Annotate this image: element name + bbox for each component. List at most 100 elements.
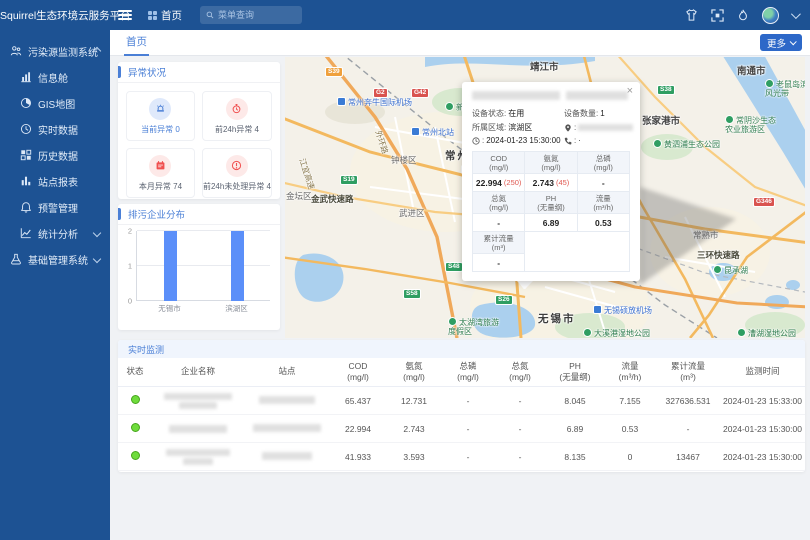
- gis-map-icon: [20, 97, 32, 109]
- field-value: 1: [600, 109, 604, 118]
- field-label: :: [482, 136, 484, 145]
- cell-nh3: 3.593: [386, 443, 442, 471]
- y-tick-label: 1: [128, 262, 132, 271]
- fullscreen-icon[interactable]: [710, 8, 724, 22]
- gridline: [137, 265, 270, 266]
- status-dot-green: [131, 395, 140, 404]
- theme-skin-icon[interactable]: [684, 8, 698, 22]
- cell-flow: 7.155: [604, 387, 656, 415]
- table-row[interactable]: 22.994 2.743 - - 6.89 0.53 - 2024-01-23 …: [118, 415, 805, 443]
- redacted-enterprise-name: [152, 425, 244, 433]
- stopwatch-icon: [226, 98, 248, 120]
- bar-滨湖区[interactable]: [231, 231, 244, 301]
- realtime-table: 状态 企业名称 站点 COD(mg/l) 氨氮(mg/l) 总磷(mg/l) 总…: [118, 358, 805, 471]
- cell-tp: -: [442, 443, 494, 471]
- sidebar-item-site-report[interactable]: 站点报表: [0, 168, 110, 194]
- sidebar-item-statistics[interactable]: 统计分析: [0, 220, 110, 246]
- map-label: 无锡市: [538, 311, 576, 326]
- panel-title: 排污企业分布: [128, 207, 185, 221]
- sidebar-item-label: 历史数据: [38, 148, 78, 163]
- table-row[interactable]: 65.437 12.731 - - 8.045 7.155 327636.531…: [118, 387, 805, 415]
- sidebar-item-label: 实时数据: [38, 122, 78, 137]
- bar-无锡市[interactable]: [164, 231, 177, 301]
- field-label: :: [574, 123, 576, 132]
- sidebar-item-pollution-monitor-system[interactable]: 污染源监测系统: [0, 38, 110, 64]
- expand-chevron-icon: [93, 229, 101, 237]
- sidebar-item-gis-map[interactable]: GIS地图: [0, 90, 110, 116]
- menu-toggle-icon[interactable]: [118, 10, 132, 20]
- phone-icon: [564, 137, 572, 145]
- col-total-flow: 累计流量(m³): [656, 358, 720, 387]
- y-tick-label: 0: [128, 297, 132, 306]
- flame-icon[interactable]: [736, 8, 750, 22]
- panel-header: 异常状况: [118, 62, 280, 83]
- table-row[interactable]: 41.933 3.593 - - 8.135 0 13467 2024-01-2…: [118, 443, 805, 471]
- redacted-enterprise-name: [152, 449, 244, 465]
- stat-month-abnormal[interactable]: 本月异常 74: [126, 148, 195, 198]
- location-pin-icon: [564, 124, 572, 132]
- cell-tn: -: [494, 415, 546, 443]
- sidebar-item-history-data[interactable]: 历史数据: [0, 142, 110, 168]
- stat-current-abnormal[interactable]: 当前异常 0: [126, 91, 195, 141]
- cell-tp: -: [442, 387, 494, 415]
- field-value: ·: [578, 136, 581, 145]
- clock-icon: [20, 123, 32, 135]
- redacted-enterprise-name: [152, 393, 244, 409]
- bar-chart: 012 无锡市滨湖区: [118, 225, 280, 325]
- col-flow: 流量(m³/h): [604, 358, 656, 387]
- bar-plot: [136, 231, 270, 301]
- map-label: 漕湖湿地公园: [737, 328, 796, 338]
- cell-flow: 0.53: [604, 415, 656, 443]
- user-menu-chevron-icon[interactable]: [791, 9, 801, 19]
- info-cabin-icon: [20, 71, 32, 83]
- stat-grid: 当前异常 0 前24h异常 4 本月异常 74 前24h未处理异常 4: [118, 83, 280, 206]
- col-tp: 总磷(mg/l): [442, 358, 494, 387]
- panel-header: 排污企业分布: [118, 204, 280, 225]
- map-canvas[interactable]: 靖江市南通市张家港市常州奔牛国际机场新龙生态林老鼠岛滨江风光带常阴沙生态农业旅游…: [285, 57, 805, 338]
- redacted-site-name: [262, 452, 312, 460]
- region-row: 所属区域: 滨湖区: [472, 122, 564, 133]
- cell-time: 2024-01-23 15:30:00: [720, 415, 805, 443]
- sidebar-item-label: 站点报表: [38, 174, 78, 189]
- sidebar-item-realtime-data[interactable]: 实时数据: [0, 116, 110, 142]
- search-input[interactable]: [218, 10, 296, 20]
- time-row: : 2024-01-23 15:30:00: [472, 136, 564, 145]
- stat-last24h-abnormal[interactable]: 前24h异常 4: [202, 91, 272, 141]
- address-row: :: [564, 122, 633, 133]
- user-avatar[interactable]: [762, 7, 779, 24]
- breadcrumb[interactable]: 首页: [148, 8, 182, 23]
- enterprise-distribution-panel: 排污企业分布 012 无锡市滨湖区: [118, 204, 280, 330]
- breadcrumb-home[interactable]: 首页: [161, 8, 182, 23]
- cell-tp: -: [442, 415, 494, 443]
- exclamation-circle-icon: [226, 155, 248, 177]
- tab-home[interactable]: 首页: [124, 30, 149, 56]
- topbar: Squirrel生态环境云服务平台 首页: [0, 0, 810, 30]
- field-label: :: [574, 136, 576, 145]
- cell-tn: -: [494, 443, 546, 471]
- col-tn: 总氮(mg/l): [494, 358, 546, 387]
- cell-nh3: 12.731: [386, 387, 442, 415]
- metric-empty-cell: [525, 232, 630, 272]
- sidebar-item-warning-manage[interactable]: 预警管理: [0, 194, 110, 220]
- sidebar-item-info-cabin[interactable]: 信息舱: [0, 64, 110, 90]
- metric-value: 6.89: [525, 214, 577, 232]
- table-title-bar: 实时监测: [118, 340, 805, 358]
- map-label: 武进区: [399, 207, 425, 219]
- x-tick-label: 滨湖区: [225, 303, 248, 314]
- stat-label: 本月异常 74: [139, 181, 182, 192]
- road-shield: S48: [445, 262, 463, 272]
- cell-cod: 22.994: [330, 415, 386, 443]
- stat-unhandled-abnormal[interactable]: 前24h未处理异常 4: [202, 148, 272, 198]
- site-report-icon: [20, 175, 32, 187]
- metric-header: 总磷(mg/l): [578, 152, 630, 174]
- cell-cod: 65.437: [330, 387, 386, 415]
- menu-search[interactable]: [200, 6, 302, 24]
- metric-value: -: [578, 174, 630, 192]
- more-button[interactable]: 更多: [760, 34, 802, 51]
- road-shield: G2: [373, 88, 388, 98]
- y-tick-label: 2: [128, 227, 132, 236]
- metric-header: 总氮(mg/l): [473, 192, 525, 214]
- base-system-icon: [10, 253, 22, 265]
- sidebar-item-base-manage-system[interactable]: 基础管理系统: [0, 246, 110, 272]
- phone-row: : ·: [564, 136, 633, 145]
